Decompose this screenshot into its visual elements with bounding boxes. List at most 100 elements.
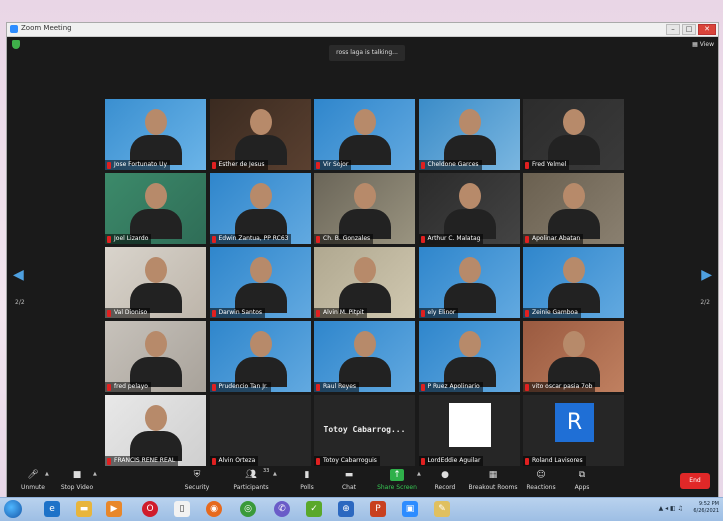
participant-tile[interactable]: Cheldone Garces bbox=[418, 99, 520, 170]
apps-label: Apps bbox=[574, 484, 590, 491]
media-player-icon[interactable]: ▶ bbox=[106, 501, 122, 517]
participant-name: Zeinie Gamboa bbox=[523, 308, 581, 318]
participant-tile[interactable]: Arthur C. Malatag bbox=[418, 173, 520, 244]
muted-microphone-icon bbox=[211, 458, 216, 465]
participant-tile[interactable]: P Ruez Apolinario bbox=[418, 321, 520, 392]
page-indicator-right: 2/2 bbox=[700, 299, 710, 306]
participant-tile[interactable]: Alvin M. Pitpit bbox=[314, 247, 415, 318]
clock-date: 6/26/2021 bbox=[693, 508, 719, 514]
participant-tile[interactable]: Zeinie Gamboa bbox=[523, 247, 624, 318]
participant-tile[interactable]: Fred Yelmel bbox=[523, 99, 624, 170]
muted-microphone-icon bbox=[316, 236, 320, 243]
muted-microphone-icon bbox=[211, 384, 216, 391]
vpn-icon[interactable]: ✓ bbox=[306, 501, 322, 517]
participants-icon: 👥︎ bbox=[245, 470, 257, 480]
participant-tile[interactable]: Ch. B. Gonzales bbox=[314, 173, 415, 244]
zoom-window: Zoom Meeting – □ ✕ ross laga is talking.… bbox=[6, 22, 719, 498]
start-button[interactable] bbox=[4, 500, 22, 518]
muted-microphone-icon bbox=[211, 236, 216, 243]
viber-icon[interactable]: ✆ bbox=[274, 501, 290, 517]
zoom-taskbar-icon[interactable]: ▣ bbox=[402, 501, 418, 517]
participant-name: Arthur C. Malatag bbox=[418, 234, 484, 244]
muted-microphone-icon bbox=[420, 236, 425, 243]
participant-tile[interactable]: LordEddie Aguilar bbox=[418, 395, 520, 466]
participant-name: LordEddie Aguilar bbox=[418, 456, 484, 466]
document-icon[interactable]: ▯ bbox=[174, 501, 190, 517]
muted-microphone-icon bbox=[525, 310, 529, 317]
security-button[interactable]: ⛨ Security bbox=[173, 469, 221, 491]
view-button[interactable]: View bbox=[692, 41, 714, 48]
end-meeting-button[interactable]: End bbox=[680, 473, 710, 489]
participant-face bbox=[458, 257, 481, 283]
polls-icon: ▮ bbox=[304, 470, 310, 480]
share-screen-button[interactable]: ↑ Share Screen bbox=[373, 469, 421, 491]
muted-microphone-icon bbox=[316, 458, 320, 465]
apps-icon: ⧉ bbox=[578, 470, 586, 480]
muted-microphone-icon bbox=[316, 310, 320, 317]
participant-face bbox=[354, 331, 376, 357]
participant-name: Fred Yelmel bbox=[523, 160, 570, 170]
participant-tile[interactable]: Prudencio Tan Jr. bbox=[209, 321, 311, 392]
security-shield-icon[interactable] bbox=[12, 40, 20, 49]
security-label: Security bbox=[184, 484, 210, 491]
opera-icon[interactable]: O bbox=[142, 501, 158, 517]
participant-tile[interactable]: Edwin Zantua, PP RC63 bbox=[209, 173, 311, 244]
muted-microphone-icon bbox=[420, 458, 425, 465]
participant-tile[interactable]: vito oscar pasia 7ob bbox=[523, 321, 624, 392]
participant-tile[interactable]: FRANCIS RENE REAL bbox=[105, 395, 206, 466]
muted-microphone-icon bbox=[107, 236, 111, 243]
close-button[interactable]: ✕ bbox=[698, 24, 716, 35]
video-options-caret[interactable]: ▲ bbox=[93, 471, 97, 477]
previous-page-arrow-icon[interactable]: ◀ bbox=[13, 267, 24, 283]
breakout-rooms-button[interactable]: ▦ Breakout Rooms bbox=[465, 469, 521, 491]
participant-tile[interactable]: fred pelayo bbox=[105, 321, 206, 392]
chrome-icon[interactable]: ◎ bbox=[240, 501, 256, 517]
participants-options-caret[interactable]: ▲ bbox=[273, 471, 277, 477]
next-page-arrow-icon[interactable]: ▶ bbox=[701, 267, 712, 283]
participant-tile[interactable]: Joel Lizardo bbox=[105, 173, 206, 244]
muted-microphone-icon bbox=[525, 384, 529, 391]
participant-face bbox=[249, 257, 272, 283]
participant-tile[interactable]: Apolinar Abatan bbox=[523, 173, 624, 244]
participant-display-name: Totoy Cabarrog... bbox=[323, 425, 406, 434]
unmute-button[interactable]: 🎤︎ Unmute bbox=[9, 469, 57, 491]
muted-microphone-icon bbox=[211, 310, 216, 317]
file-explorer-icon[interactable]: ▬ bbox=[76, 501, 92, 517]
participant-tile[interactable]: Raul Reyes bbox=[314, 321, 415, 392]
system-clock[interactable]: 9:52 PM 6/26/2021 bbox=[693, 501, 719, 515]
participant-name: Apolinar Abatan bbox=[523, 234, 584, 244]
stop-video-label: Stop Video bbox=[60, 484, 94, 491]
participant-tile[interactable]: Totoy Cabarrog... Totoy Cabarroguis bbox=[314, 395, 415, 466]
participant-face bbox=[145, 183, 167, 209]
system-tray-icons[interactable]: ▲ ◂ ◧ ♫ bbox=[659, 505, 683, 512]
participant-face bbox=[145, 257, 167, 283]
participant-tile[interactable]: Darwin Santos bbox=[209, 247, 311, 318]
powerpoint-icon[interactable]: P bbox=[370, 501, 386, 517]
participant-tile[interactable]: ely Elinor bbox=[418, 247, 520, 318]
participant-tile[interactable]: Esther de Jesus bbox=[209, 99, 311, 170]
chat-button[interactable]: ▬ Chat bbox=[325, 469, 373, 491]
participant-tile[interactable]: Jose Fortunato Uy bbox=[105, 99, 206, 170]
title-bar: Zoom Meeting – □ ✕ bbox=[7, 23, 718, 37]
audio-options-caret[interactable]: ▲ bbox=[45, 471, 49, 477]
participant-face bbox=[563, 331, 585, 357]
chat-label: Chat bbox=[341, 484, 357, 491]
participant-face bbox=[249, 331, 272, 357]
muted-microphone-icon bbox=[420, 162, 425, 169]
network-app-icon[interactable]: ⊕ bbox=[338, 501, 354, 517]
record-button[interactable]: ● Record bbox=[421, 469, 469, 491]
participant-tile[interactable]: Alvin Orteza bbox=[209, 395, 311, 466]
participant-tile[interactable]: Vir Sojor bbox=[314, 99, 415, 170]
participant-tile[interactable]: R Roland Lavisores bbox=[523, 395, 624, 466]
breakout-rooms-icon: ▦ bbox=[488, 470, 498, 480]
internet-explorer-icon[interactable]: e bbox=[44, 501, 60, 517]
participant-name: Darwin Santos bbox=[209, 308, 265, 318]
notepad-icon[interactable]: ✎ bbox=[434, 501, 450, 517]
maximize-button[interactable]: □ bbox=[682, 24, 696, 35]
minimize-button[interactable]: – bbox=[666, 24, 680, 35]
polls-button[interactable]: ▮ Polls bbox=[283, 469, 331, 491]
apps-button[interactable]: ⧉ Apps bbox=[558, 469, 606, 491]
firefox-icon[interactable]: ◉ bbox=[206, 501, 222, 517]
participant-name: Alvin M. Pitpit bbox=[314, 308, 368, 318]
participant-tile[interactable]: Val Dioniso bbox=[105, 247, 206, 318]
